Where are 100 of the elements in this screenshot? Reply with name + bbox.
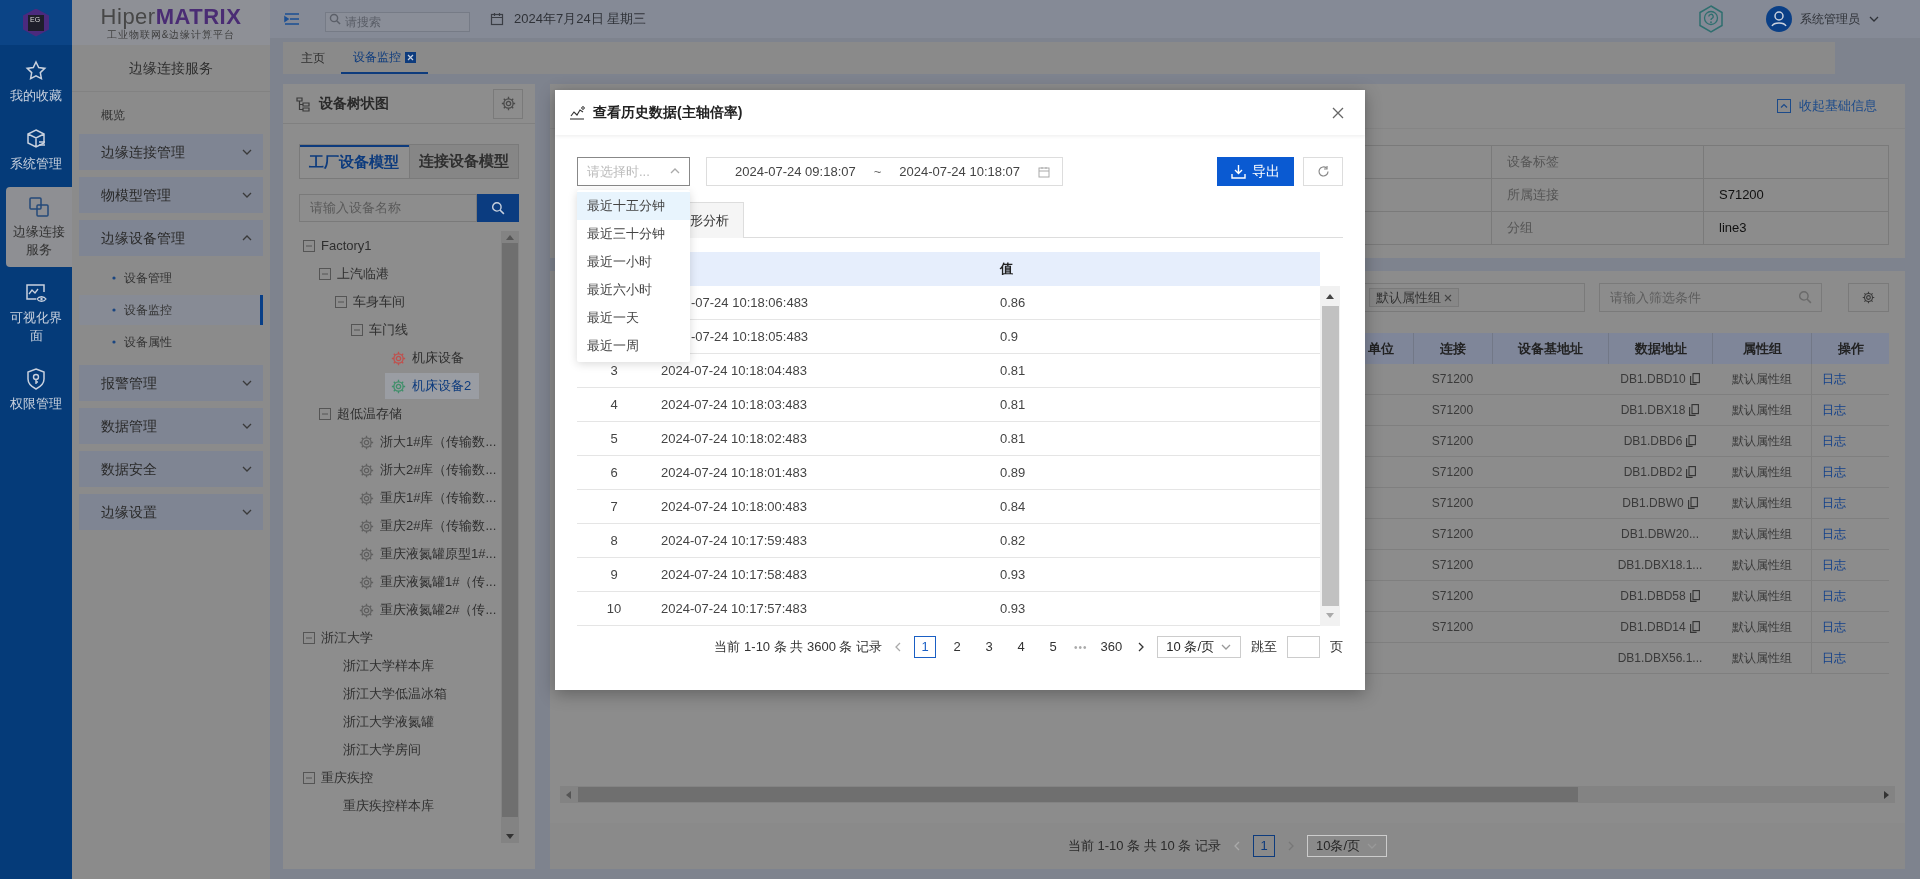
submenu-item[interactable]: 设备监控 <box>79 295 263 325</box>
model-tab[interactable]: 连接设备模型 <box>408 145 518 178</box>
menu-icon[interactable] <box>284 12 300 26</box>
log-link[interactable]: 日志 <box>1822 618 1846 636</box>
tree-node[interactable]: 浙江大学样本库 <box>343 653 442 679</box>
page-tab[interactable]: 主页 <box>289 42 337 74</box>
scrollbar[interactable] <box>1320 286 1340 626</box>
collapse-icon[interactable] <box>335 296 347 308</box>
page-number[interactable]: 1 <box>914 636 937 658</box>
menu-group[interactable]: 边缘设置 <box>79 494 263 530</box>
menu-group[interactable]: 物模型管理 <box>79 177 263 213</box>
tree-node[interactable]: 重庆2#库（传输数... <box>359 513 501 539</box>
menu-group[interactable]: 数据管理 <box>79 408 263 444</box>
menu-group[interactable]: 数据安全 <box>79 451 263 487</box>
menu-item[interactable]: 概览 <box>79 100 263 130</box>
log-link[interactable]: 日志 <box>1822 556 1846 574</box>
menu-group[interactable]: 边缘设备管理 <box>79 220 263 256</box>
copy-icon[interactable] <box>1689 373 1700 385</box>
tree-node[interactable]: Factory1 <box>303 233 380 259</box>
settings-button[interactable] <box>1848 283 1889 312</box>
page-number[interactable]: 1 <box>1253 835 1276 857</box>
copy-icon[interactable] <box>1689 621 1700 633</box>
tree-node[interactable]: 重庆液氮罐2#（传... <box>359 597 501 623</box>
help-icon[interactable] <box>1696 4 1726 34</box>
page-tab[interactable]: 设备监控 <box>341 42 428 74</box>
log-link[interactable]: 日志 <box>1822 432 1846 450</box>
submenu-item[interactable]: 设备属性 <box>79 327 263 357</box>
tree-node[interactable]: 浙大1#库（传输数... <box>359 429 501 455</box>
page-input[interactable] <box>1287 636 1320 658</box>
tree-node[interactable]: 重庆1#库（传输数... <box>359 485 501 511</box>
user-name[interactable]: 系统管理员 <box>1800 10 1860 28</box>
log-link[interactable]: 日志 <box>1822 370 1846 388</box>
tree-node[interactable]: 重庆液氮罐原型1#... <box>359 541 501 567</box>
tree-node[interactable]: 车身车间 <box>335 289 413 315</box>
tree-node[interactable]: 重庆疾控样本库 <box>343 793 442 819</box>
dropdown-option[interactable]: 最近十五分钟 <box>577 192 690 220</box>
collapse-icon[interactable] <box>351 324 363 336</box>
dropdown-option[interactable]: 最近一周 <box>577 332 690 360</box>
dropdown-option[interactable]: 最近一天 <box>577 304 690 332</box>
log-link[interactable]: 日志 <box>1822 525 1846 543</box>
settings-button[interactable] <box>493 88 523 119</box>
tree-node[interactable]: 机床设备 <box>391 345 472 371</box>
tree-node[interactable]: 机床设备2 <box>385 373 480 399</box>
copy-icon[interactable] <box>1686 466 1697 478</box>
page-number[interactable]: 4 <box>1010 636 1033 658</box>
avatar-icon[interactable] <box>1766 6 1792 32</box>
scrollbar[interactable] <box>560 786 1895 803</box>
rail-item[interactable]: 系统管理 <box>0 119 72 181</box>
log-link[interactable]: 日志 <box>1822 494 1846 512</box>
close-icon[interactable] <box>1331 105 1345 120</box>
scrollbar[interactable] <box>501 231 519 843</box>
page-number[interactable]: 5 <box>1042 636 1065 658</box>
copy-icon[interactable] <box>1689 404 1700 416</box>
date-range-field[interactable]: 2024-07-24 09:18:07 ~ 2024-07-24 10:18:07 <box>706 157 1063 186</box>
submenu-item[interactable]: 设备管理 <box>79 263 263 293</box>
collapse-icon[interactable] <box>303 632 315 644</box>
page-number[interactable]: 3 <box>978 636 1001 658</box>
tree-node[interactable]: 浙江大学液氮罐 <box>343 709 442 735</box>
close-icon[interactable] <box>405 51 416 63</box>
rail-item[interactable]: 边缘连接服务 <box>6 187 72 267</box>
export-button[interactable]: 导出 <box>1217 157 1294 186</box>
collapse-icon[interactable] <box>319 408 331 420</box>
collapse-icon[interactable] <box>319 268 331 280</box>
more-pages[interactable]: ••• <box>1074 639 1088 655</box>
menu-group[interactable]: 边缘连接管理 <box>79 134 263 170</box>
log-link[interactable]: 日志 <box>1822 649 1846 667</box>
tree-node[interactable]: 超低温存储 <box>319 401 410 427</box>
rail-item[interactable]: 我的收藏 <box>0 51 72 113</box>
page-size-select[interactable]: 10条/页 <box>1307 835 1388 857</box>
search-button[interactable] <box>477 194 519 222</box>
copy-icon[interactable] <box>1689 590 1700 602</box>
collapse-icon[interactable] <box>303 240 315 252</box>
tree-node[interactable]: 上汽临港 <box>319 261 397 287</box>
tree-node[interactable]: 车门线 <box>351 317 416 343</box>
refresh-button[interactable] <box>1303 157 1343 186</box>
dropdown-option[interactable]: 最近三十分钟 <box>577 220 690 248</box>
rail-item[interactable]: 可视化界面 <box>0 273 72 353</box>
copy-icon[interactable] <box>1687 497 1698 509</box>
tree-node[interactable]: 浙江大学低温冰箱 <box>343 681 455 707</box>
collapse-icon[interactable] <box>303 772 315 784</box>
time-range-select[interactable]: 请选择时... <box>577 157 690 186</box>
view-tab[interactable]: 形分析 <box>690 202 744 238</box>
tree-node[interactable]: 重庆疾控 <box>303 765 381 791</box>
dropdown-option[interactable]: 最近六小时 <box>577 276 690 304</box>
tree-node[interactable]: 浙江大学房间 <box>343 737 429 763</box>
tree-node[interactable]: 重庆液氮罐1#（传... <box>359 569 501 595</box>
tree-node[interactable]: 浙江大学 <box>303 625 381 651</box>
table-cell: 2024-07-24 10:17:59:483 <box>661 532 807 548</box>
tree-node[interactable]: 浙大2#库（传输数... <box>359 457 501 483</box>
log-link[interactable]: 日志 <box>1822 463 1846 481</box>
page-size-select[interactable]: 10 条/页 <box>1157 636 1241 658</box>
log-link[interactable]: 日志 <box>1822 587 1846 605</box>
page-number[interactable]: 360 <box>1097 636 1126 658</box>
copy-icon[interactable] <box>1686 435 1697 447</box>
menu-group[interactable]: 报警管理 <box>79 365 263 401</box>
dropdown-option[interactable]: 最近一小时 <box>577 248 690 276</box>
collapse-link[interactable]: 收起基础信息 <box>1777 96 1877 116</box>
page-number[interactable]: 2 <box>946 636 969 658</box>
rail-item[interactable]: 权限管理 <box>0 359 72 421</box>
log-link[interactable]: 日志 <box>1822 401 1846 419</box>
